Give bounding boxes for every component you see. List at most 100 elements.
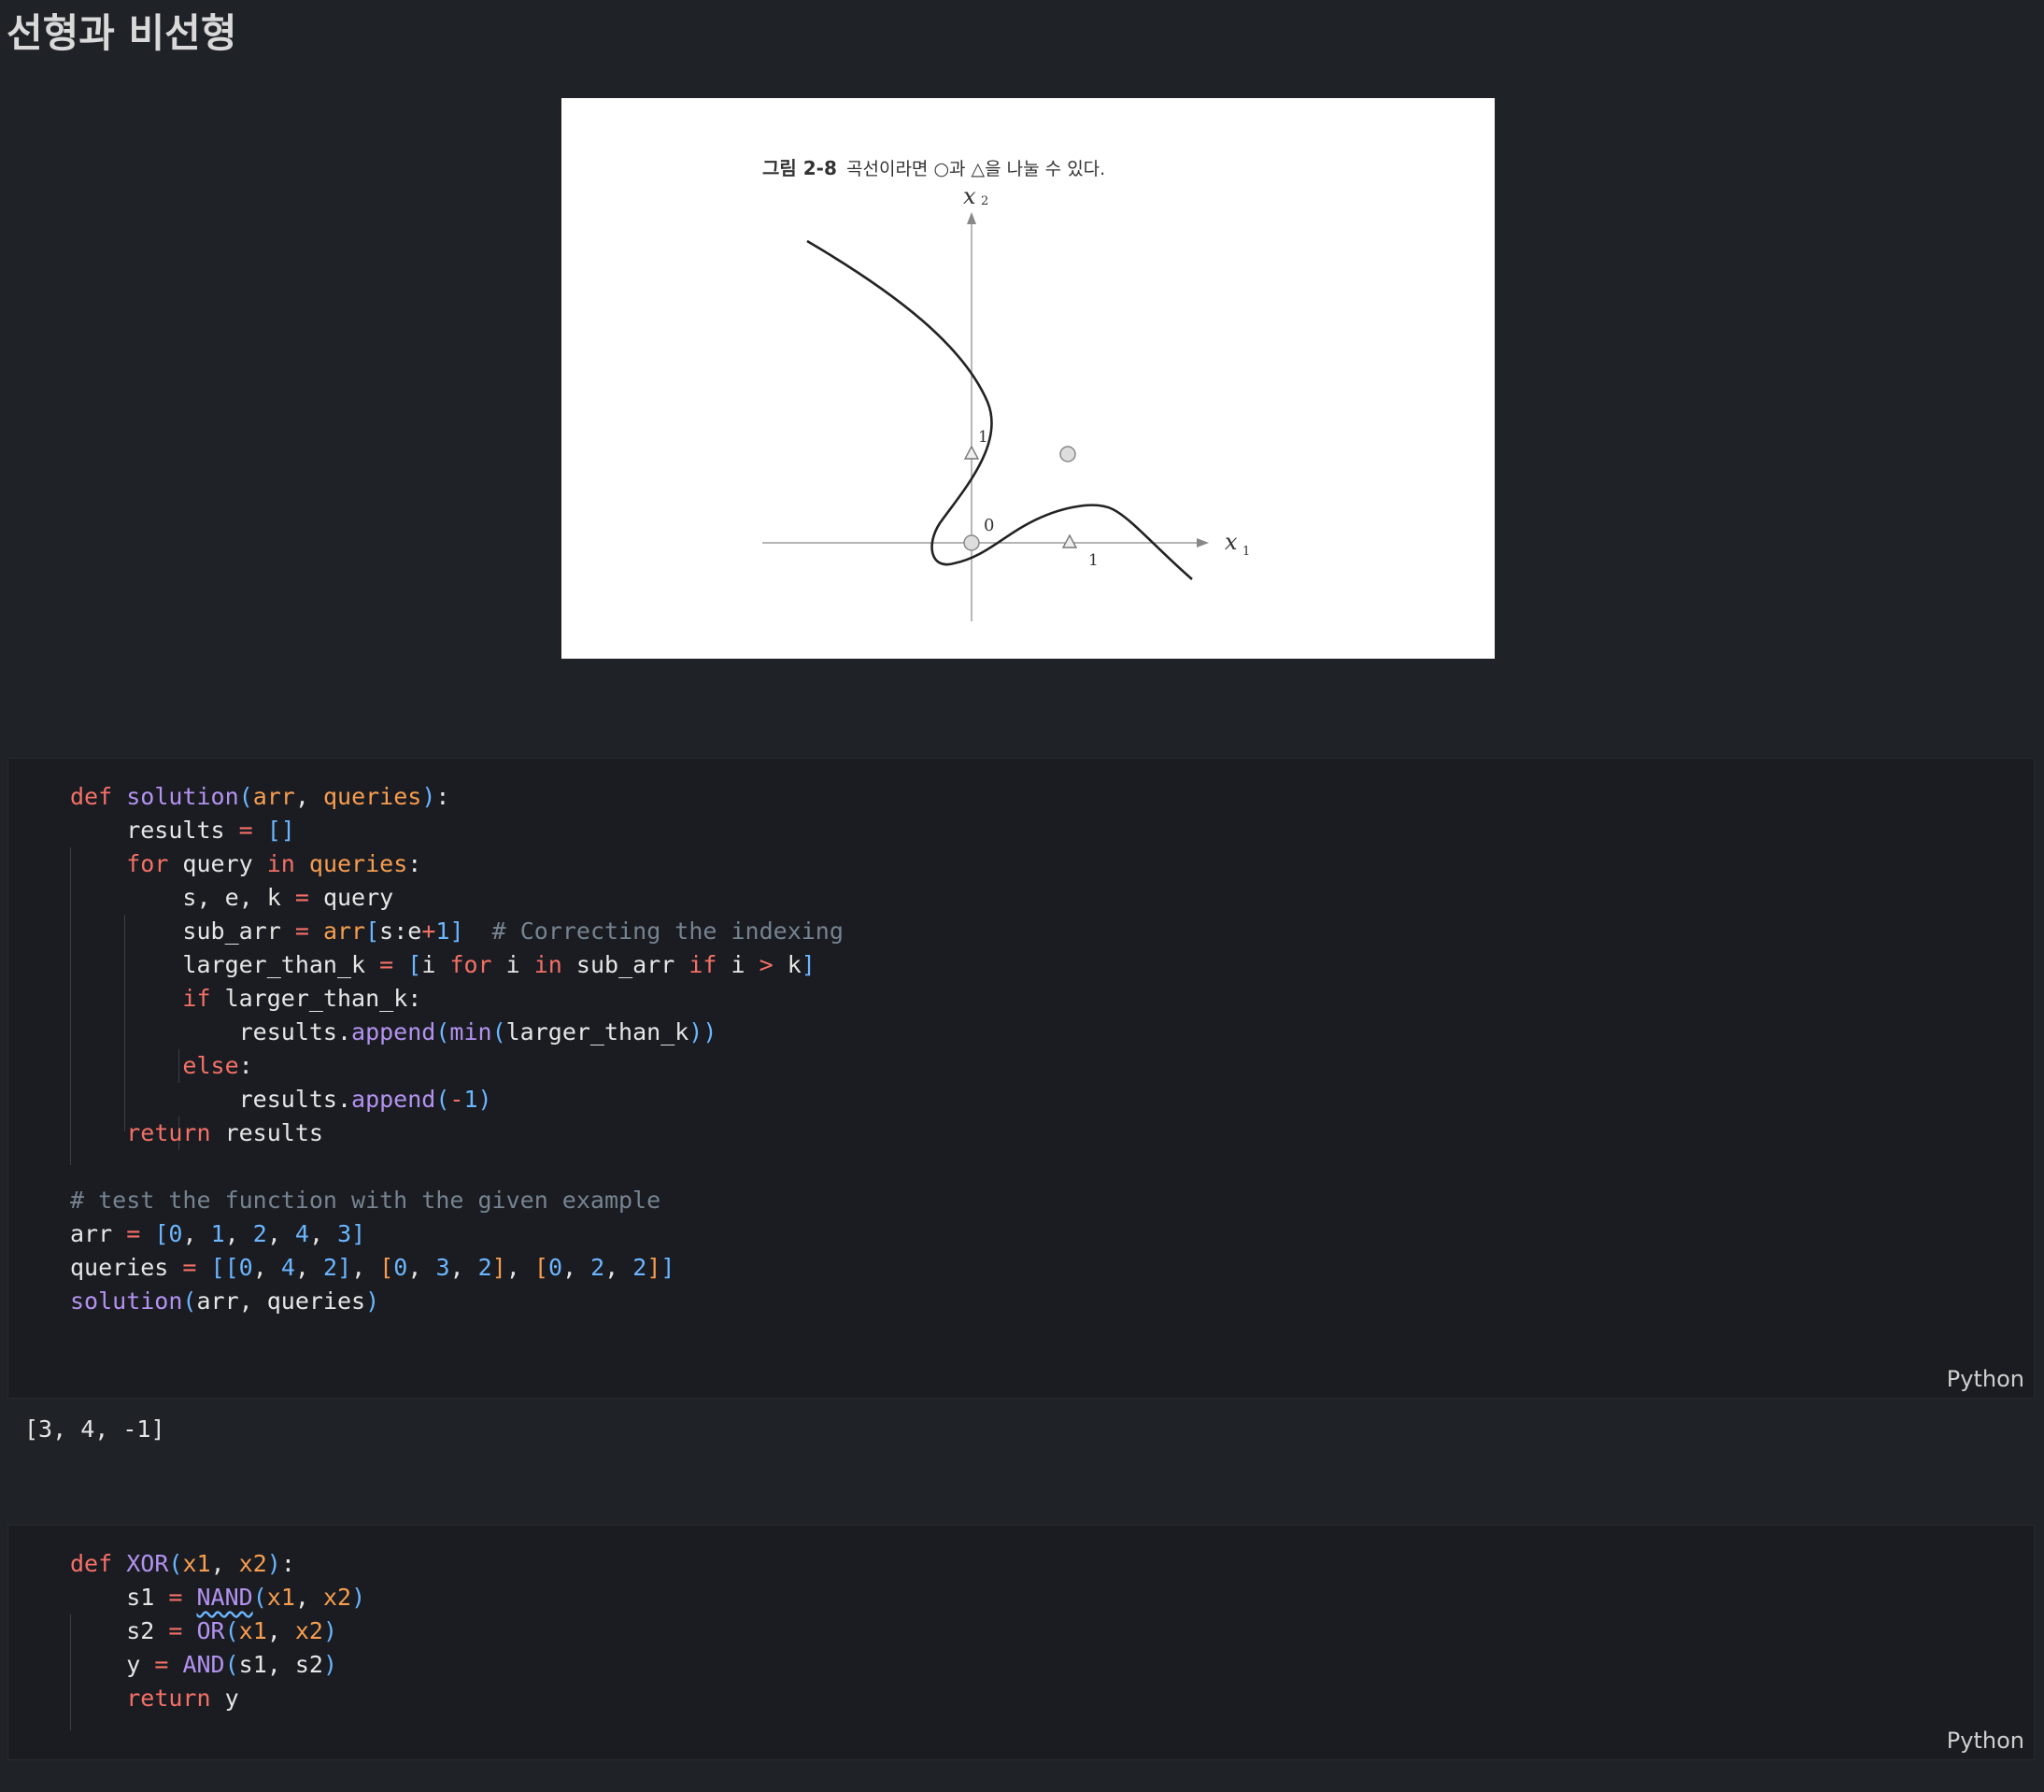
- code-token: (: [182, 1287, 197, 1315]
- code-token: s, e, k: [70, 884, 295, 911]
- code-token: 2: [632, 1254, 647, 1281]
- code-line[interactable]: if larger_than_k:: [70, 982, 2034, 1016]
- code-line[interactable]: solution(arr, queries): [70, 1285, 2034, 1318]
- code-token: return: [126, 1119, 211, 1146]
- code-token: ]: [337, 1254, 352, 1281]
- code-token: (: [238, 783, 253, 810]
- code-token: x1: [238, 1617, 267, 1644]
- code-line[interactable]: [70, 1150, 2034, 1184]
- code-token: results.: [70, 1018, 352, 1045]
- code-token: 0: [168, 1220, 183, 1247]
- code-token: # test the function with the given examp…: [70, 1187, 661, 1214]
- code-token: ,: [182, 1220, 211, 1247]
- code-token: 1: [210, 1220, 225, 1247]
- code-line[interactable]: for query in queries:: [70, 847, 2034, 881]
- code-token: s1: [70, 1584, 169, 1611]
- code-token: 1: [463, 1086, 478, 1113]
- figure-svg: 그림 2-8 곡선이라면 ○과 △을 나눌 수 있다. x 1 x 2 0 1 …: [762, 157, 1250, 621]
- cell-output: [3, 4, -1]: [24, 1415, 165, 1443]
- code-token: XOR: [126, 1550, 169, 1577]
- code-token: [: [407, 951, 422, 978]
- code-line[interactable]: return y: [70, 1682, 2034, 1715]
- code-token: )): [688, 1018, 717, 1045]
- code-token: solution: [126, 783, 239, 810]
- code-line[interactable]: arr = [0, 1, 2, 4, 3]: [70, 1217, 2034, 1251]
- code-token: ]: [660, 1254, 675, 1281]
- code-editor[interactable]: def XOR(x1, x2): s1 = NAND(x1, x2) s2 = …: [8, 1526, 2034, 1715]
- code-token: i: [491, 951, 534, 978]
- code-line[interactable]: return results: [70, 1116, 2034, 1150]
- code-token: query: [308, 884, 394, 911]
- code-line[interactable]: y = AND(s1, s2): [70, 1648, 2034, 1682]
- code-line[interactable]: # test the function with the given examp…: [70, 1184, 2034, 1217]
- code-line[interactable]: larger_than_k = [i for i in sub_arr if i…: [70, 948, 2034, 982]
- code-cell-xor[interactable]: def XOR(x1, x2): s1 = NAND(x1, x2) s2 = …: [7, 1525, 2035, 1760]
- code-token: x2: [238, 1550, 267, 1577]
- code-token: def: [70, 1550, 127, 1577]
- section-heading: 선형과 비선형: [7, 10, 237, 56]
- code-token: ,: [266, 1220, 295, 1247]
- code-token: ,: [266, 1617, 295, 1644]
- code-token: =: [168, 1617, 183, 1644]
- code-token: []: [266, 817, 295, 844]
- code-line[interactable]: def solution(arr, queries):: [70, 780, 2034, 814]
- code-token: ,: [604, 1254, 633, 1281]
- code-token: ]: [449, 917, 464, 945]
- code-token: for: [126, 850, 169, 877]
- code-editor[interactable]: def solution(arr, queries): results = []…: [8, 759, 2034, 1318]
- code-token: k: [773, 951, 802, 978]
- code-line[interactable]: sub_arr = arr[s:e+1] # Correcting the in…: [70, 915, 2034, 948]
- code-token: s:e: [379, 917, 422, 945]
- code-line[interactable]: else:: [70, 1049, 2034, 1083]
- code-token: =: [379, 951, 394, 978]
- code-token: ): [322, 1617, 338, 1644]
- code-token: 2: [590, 1254, 605, 1281]
- code-line[interactable]: def XOR(x1, x2):: [70, 1547, 2034, 1581]
- code-token: ,: [562, 1254, 591, 1281]
- code-token: (: [435, 1086, 450, 1113]
- code-token: =: [294, 917, 309, 945]
- triangle-marker-1-0: [1061, 533, 1078, 548]
- code-token: queries: [70, 1254, 183, 1281]
- code-token: y: [210, 1685, 239, 1712]
- code-line[interactable]: s1 = NAND(x1, x2): [70, 1581, 2034, 1614]
- language-label[interactable]: Python: [1947, 1728, 2024, 1754]
- code-line[interactable]: results.append(min(larger_than_k)): [70, 1016, 2034, 1049]
- code-token: 1: [435, 917, 450, 945]
- code-token: ): [365, 1287, 380, 1315]
- code-line[interactable]: s2 = OR(x1, x2): [70, 1614, 2034, 1648]
- x1-axis-subscript: 1: [1242, 545, 1250, 559]
- code-token: =: [238, 817, 253, 844]
- code-token: ,: [294, 1254, 323, 1281]
- code-line[interactable]: queries = [[0, 4, 2], [0, 3, 2], [0, 2, …: [70, 1251, 2034, 1285]
- y-axis-arrow: [967, 212, 976, 224]
- code-token: results: [70, 817, 239, 844]
- language-label[interactable]: Python: [1947, 1366, 2024, 1392]
- code-cell-solution[interactable]: def solution(arr, queries): results = []…: [7, 758, 2035, 1399]
- code-token: sub_arr: [561, 951, 689, 978]
- code-token: (: [252, 1584, 267, 1611]
- code-token: [[: [210, 1254, 239, 1281]
- code-line[interactable]: results.append(-1): [70, 1083, 2034, 1116]
- code-token: min: [449, 1018, 492, 1045]
- origin-label: 0: [984, 516, 994, 535]
- code-token: # Correcting the indexing: [491, 917, 844, 945]
- code-line[interactable]: results = []: [70, 814, 2034, 847]
- code-token: 4: [280, 1254, 295, 1281]
- code-token: results.: [70, 1086, 352, 1113]
- code-token: (: [168, 1550, 183, 1577]
- code-token: for: [449, 951, 492, 978]
- code-token: def: [70, 783, 127, 810]
- code-token: queries: [322, 783, 422, 810]
- code-token: ,: [224, 1220, 253, 1247]
- code-line[interactable]: s, e, k = query: [70, 881, 2034, 915]
- code-token: ): [266, 1550, 281, 1577]
- code-token: (: [224, 1651, 239, 1678]
- code-token: return: [126, 1685, 211, 1712]
- code-token: arr: [252, 783, 295, 810]
